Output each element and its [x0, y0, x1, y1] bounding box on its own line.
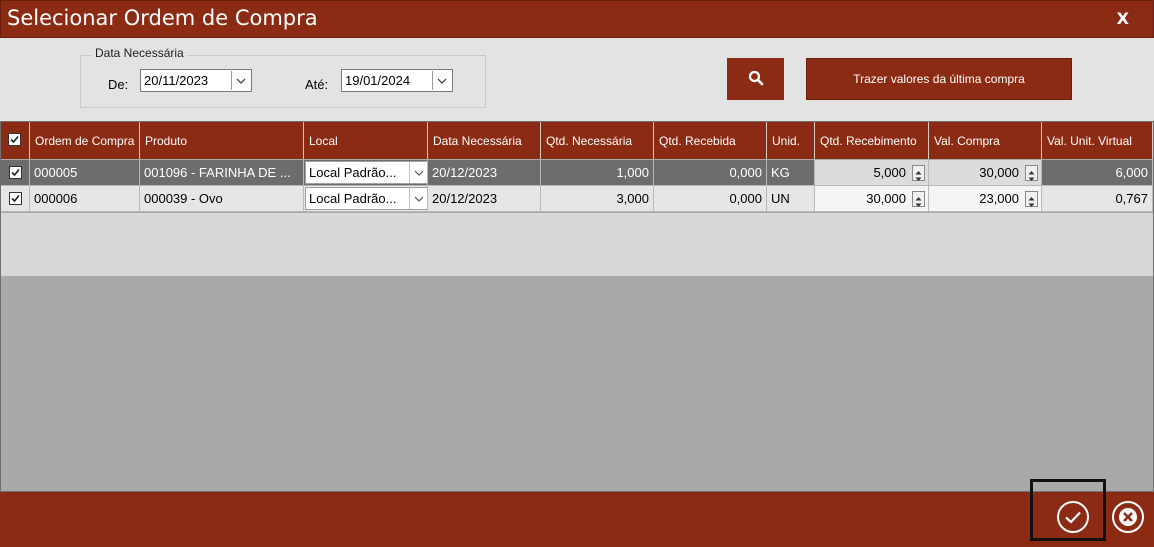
local-select-value: Local Padrão...: [309, 191, 397, 206]
cell-val-unit: 6,000: [1042, 160, 1153, 186]
cancel-button[interactable]: [1111, 500, 1145, 537]
cell-unid: KG: [767, 160, 815, 186]
focus-highlight-box: [1030, 479, 1106, 541]
to-date-picker[interactable]: 19/01/2024: [341, 69, 453, 92]
spinner-icon[interactable]: [912, 165, 925, 181]
row-select-cell[interactable]: [1, 186, 30, 212]
qtd-recebimento-value: 5,000: [873, 165, 906, 180]
val-compra-value: 30,000: [979, 165, 1019, 180]
cell-data: 20/12/2023: [428, 186, 541, 212]
cell-ordem: 000005: [30, 160, 140, 186]
header-qtd-recebida[interactable]: Qtd. Recebida: [654, 122, 767, 159]
header-produto[interactable]: Produto: [140, 122, 304, 159]
local-select[interactable]: Local Padrão...: [305, 187, 427, 210]
spinner-icon[interactable]: [1025, 191, 1038, 207]
cell-local: Local Padrão...: [304, 186, 428, 212]
chevron-down-icon[interactable]: [231, 71, 250, 90]
search-button[interactable]: [727, 58, 784, 100]
search-icon: [748, 70, 764, 89]
table-row[interactable]: 000005 001096 - FARINHA DE ... Local Pad…: [1, 160, 1153, 186]
header-val-compra[interactable]: Val. Compra: [929, 122, 1042, 159]
qtd-recebimento-input[interactable]: 5,000: [815, 160, 929, 186]
header-ordem[interactable]: Ordem de Compra: [30, 122, 140, 159]
header-unid[interactable]: Unid.: [767, 122, 815, 159]
close-button[interactable]: X: [1117, 9, 1129, 28]
cell-qtd-recebida: 0,000: [654, 186, 767, 212]
footer-bar: [0, 492, 1154, 547]
header-val-unit[interactable]: Val. Unit. Virtual: [1042, 122, 1153, 159]
val-compra-value: 23,000: [979, 191, 1019, 206]
from-date-value: 20/11/2023: [144, 73, 209, 88]
spinner-icon[interactable]: [1025, 165, 1038, 181]
cell-local: Local Padrão...: [304, 160, 428, 186]
purchase-orders-grid[interactable]: Ordem de Compra Produto Local Data Neces…: [0, 121, 1154, 492]
date-filter-legend: Data Necessária: [92, 46, 187, 60]
cell-val-unit: 0,767: [1042, 186, 1153, 212]
cell-qtd-recebida: 0,000: [654, 160, 767, 186]
title-bar: Selecionar Ordem de Compra X: [0, 0, 1154, 38]
to-date-value: 19/01/2024: [345, 73, 411, 88]
header-data[interactable]: Data Necessária: [428, 122, 541, 159]
fetch-last-purchase-button[interactable]: Trazer valores da última compra: [806, 58, 1072, 100]
grid-header: Ordem de Compra Produto Local Data Neces…: [1, 122, 1153, 159]
row-checkbox[interactable]: [9, 166, 22, 179]
cell-qtd-necessaria: 1,000: [541, 160, 654, 186]
qtd-recebimento-value: 30,000: [866, 191, 906, 206]
cell-produto: 001096 - FARINHA DE ...: [140, 160, 304, 186]
cell-produto: 000039 - Ovo: [140, 186, 304, 212]
cell-unid: UN: [767, 186, 815, 212]
cell-ordem: 000006: [30, 186, 140, 212]
spinner-icon[interactable]: [912, 191, 925, 207]
cell-qtd-necessaria: 3,000: [541, 186, 654, 212]
val-compra-input[interactable]: 30,000: [929, 160, 1042, 186]
select-all-header[interactable]: [1, 122, 30, 159]
from-date-picker[interactable]: 20/11/2023: [140, 69, 252, 92]
header-qtd-necessaria[interactable]: Qtd. Necessária: [541, 122, 654, 159]
chevron-down-icon[interactable]: [409, 162, 427, 183]
row-checkbox[interactable]: [9, 192, 22, 205]
table-row[interactable]: 000006 000039 - Ovo Local Padrão... 20/1…: [1, 186, 1153, 212]
close-circle-icon: [1111, 501, 1145, 537]
grid-empty-area: [1, 213, 1153, 276]
header-qtd-recebimento[interactable]: Qtd. Recebimento: [815, 122, 929, 159]
local-select-value: Local Padrão...: [309, 165, 397, 180]
window-title: Selecionar Ordem de Compra: [7, 6, 318, 30]
to-date-label: Até:: [305, 77, 329, 92]
header-local[interactable]: Local: [304, 122, 428, 159]
chevron-down-icon[interactable]: [432, 71, 451, 90]
local-select[interactable]: Local Padrão...: [305, 161, 427, 184]
chevron-down-icon[interactable]: [409, 188, 427, 209]
select-all-checkbox[interactable]: [8, 133, 21, 146]
row-select-cell[interactable]: [1, 160, 30, 186]
from-date-label: De:: [108, 77, 129, 92]
qtd-recebimento-input[interactable]: 30,000: [815, 186, 929, 212]
val-compra-input[interactable]: 23,000: [929, 186, 1042, 212]
cell-data: 20/12/2023: [428, 160, 541, 186]
